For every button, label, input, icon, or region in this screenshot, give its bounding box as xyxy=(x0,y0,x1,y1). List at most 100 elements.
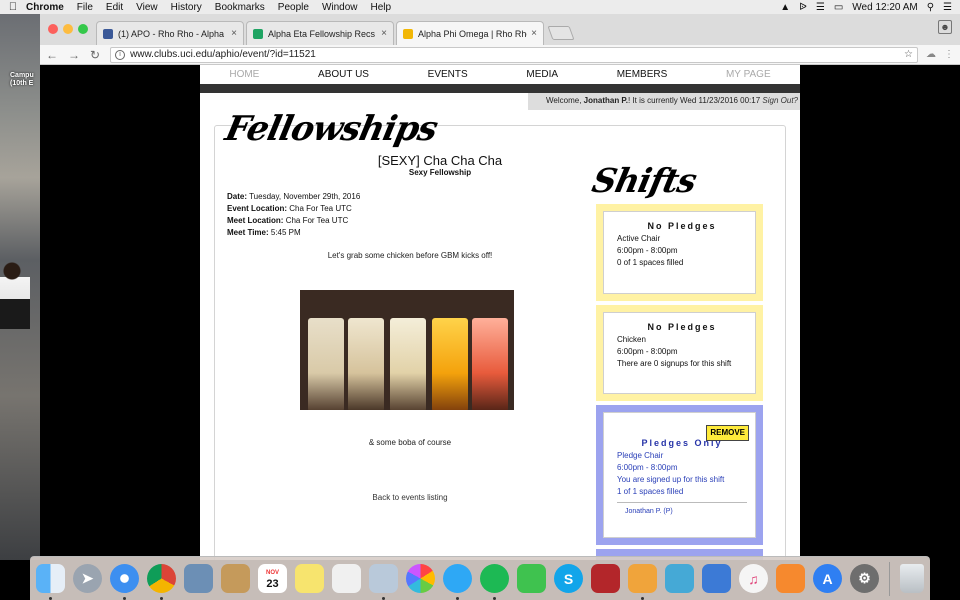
facetime-icon[interactable] xyxy=(517,564,546,593)
menu-bookmarks[interactable]: Bookmarks xyxy=(215,2,265,13)
tab-strip: (1) APO - Rho Rho - Alpha Eta × Alpha Et… xyxy=(40,14,960,45)
minimize-window-button[interactable] xyxy=(63,24,73,34)
chrome-icon[interactable] xyxy=(147,564,176,600)
back-to-events-link[interactable]: Back to events listing xyxy=(310,493,510,502)
nav-my-page[interactable]: MY PAGE xyxy=(726,69,771,80)
macos-dock: ➤ NOV 23 S ♫ A ⚙ xyxy=(30,556,930,600)
wifi-icon[interactable]: ☰ xyxy=(816,2,825,13)
meet-time-label: Meet Time: xyxy=(227,228,269,237)
itunes-icon[interactable]: ♫ xyxy=(739,564,768,593)
boba-cup-image xyxy=(432,318,468,410)
shift-card: No Pledges Active Chair 6:00pm - 8:00pm … xyxy=(596,204,763,301)
nav-home[interactable]: HOME xyxy=(229,69,259,80)
signed-up-member[interactable]: Jonathan P. (P) xyxy=(617,502,747,518)
close-window-button[interactable] xyxy=(48,24,58,34)
shift-time: 6:00pm - 8:00pm xyxy=(617,463,678,472)
nav-divider-bar xyxy=(200,84,800,93)
menu-view[interactable]: View xyxy=(136,2,158,13)
chrome-window: (1) APO - Rho Rho - Alpha Eta × Alpha Et… xyxy=(40,14,960,560)
menubar-clock[interactable]: Wed 12:20 AM xyxy=(852,2,917,13)
pages-icon[interactable] xyxy=(628,564,657,600)
shift-name: No Pledges xyxy=(647,322,717,332)
battery-icon[interactable]: ▭ xyxy=(834,2,843,13)
ibooks-icon[interactable] xyxy=(776,564,805,593)
nav-events[interactable]: EVENTS xyxy=(428,69,468,80)
menu-app-name[interactable]: Chrome xyxy=(26,2,64,13)
menu-history[interactable]: History xyxy=(171,2,202,13)
photo-booth-icon[interactable] xyxy=(591,564,620,593)
event-location: Cha For Tea UTC xyxy=(289,204,352,213)
menu-file[interactable]: File xyxy=(77,2,93,13)
web-page: HOME ABOUT US EVENTS MEDIA MEMBERS MY PA… xyxy=(200,65,800,560)
apo-favicon-icon xyxy=(403,28,413,39)
new-tab-button[interactable] xyxy=(547,26,575,40)
reload-icon[interactable]: ↻ xyxy=(90,48,100,62)
date-label: Date: xyxy=(227,192,248,201)
cloud-upload-icon[interactable]: ▲ xyxy=(780,2,790,13)
tab-facebook[interactable]: (1) APO - Rho Rho - Alpha Eta × xyxy=(96,21,244,45)
system-preferences-icon[interactable]: ⚙ xyxy=(850,564,879,593)
reminders-icon[interactable] xyxy=(332,564,361,593)
chrome-menu-icon[interactable]: ⋮ xyxy=(944,49,954,60)
address-bar[interactable]: i www.clubs.uci.edu/aphio/event/?id=1152… xyxy=(110,46,918,63)
notes-icon[interactable] xyxy=(295,564,324,593)
window-controls xyxy=(48,24,88,34)
welcome-prefix: Welcome, xyxy=(546,96,584,105)
extension-icon[interactable]: ☁ xyxy=(926,49,936,60)
messages-icon[interactable] xyxy=(443,564,472,600)
event-location-row: Event Location: Cha For Tea UTC xyxy=(227,203,360,215)
boba-cup-image xyxy=(472,318,508,410)
remove-signup-button[interactable]: REMOVE xyxy=(706,425,749,441)
shift-status: 0 of 1 spaces filled xyxy=(617,258,684,267)
shift-card: REMOVE Pledges Only Pledge Chair 6:00pm … xyxy=(596,405,763,545)
notification-center-icon[interactable]: ☰ xyxy=(943,2,952,13)
contacts-icon[interactable] xyxy=(221,564,250,593)
spotlight-search-icon[interactable]: ⚲ xyxy=(927,2,934,13)
photos-icon[interactable] xyxy=(406,564,435,593)
desktop-file-label[interactable]: Campu (10th E xyxy=(10,72,34,88)
zoom-window-button[interactable] xyxy=(78,24,88,34)
address-bar-url[interactable]: www.clubs.uci.edu/aphio/event/?id=11521 xyxy=(130,49,904,60)
menu-help[interactable]: Help xyxy=(371,2,392,13)
nav-members[interactable]: MEMBERS xyxy=(617,69,668,80)
preview-icon[interactable] xyxy=(184,564,213,593)
tab-google-sheets[interactable]: Alpha Eta Fellowship Recs - Go × xyxy=(246,21,394,45)
trash-icon[interactable] xyxy=(900,564,924,593)
event-details: Date: Tuesday, November 29th, 2016 Event… xyxy=(227,191,360,239)
shift-card: No Pledges Chicken 6:00pm - 8:00pm There… xyxy=(596,305,763,401)
forward-arrow-icon[interactable]: → xyxy=(68,48,80,62)
nav-about-us[interactable]: ABOUT US xyxy=(318,69,369,80)
bluetooth-icon[interactable]: ᐉ xyxy=(799,2,807,13)
launchpad-icon[interactable]: ➤ xyxy=(73,564,102,593)
spotify-icon[interactable] xyxy=(480,564,509,600)
calendar-icon[interactable]: NOV 23 xyxy=(258,564,287,593)
tab-apo-event[interactable]: Alpha Phi Omega | Rho Rho Ch × xyxy=(396,21,544,45)
skype-icon[interactable]: S xyxy=(554,564,583,593)
sign-out-link[interactable]: Sign Out? xyxy=(762,96,798,105)
boba-photo xyxy=(300,290,514,410)
event-date-row: Date: Tuesday, November 29th, 2016 xyxy=(227,191,360,203)
site-info-icon[interactable]: i xyxy=(115,49,126,60)
tab-close-icon[interactable]: × xyxy=(381,28,387,39)
bookmark-star-icon[interactable]: ☆ xyxy=(904,49,913,60)
profile-icon[interactable]: ☻ xyxy=(938,20,952,34)
apple-icon[interactable]:  xyxy=(0,1,26,13)
tab-close-icon[interactable]: × xyxy=(231,28,237,39)
desktop-wallpaper: Campu (10th E xyxy=(0,14,40,560)
mail-icon[interactable] xyxy=(369,564,398,600)
menu-edit[interactable]: Edit xyxy=(106,2,123,13)
safari-icon[interactable] xyxy=(110,564,139,600)
menu-people[interactable]: People xyxy=(278,2,309,13)
app-store-icon[interactable]: A xyxy=(813,564,842,593)
tab-close-icon[interactable]: × xyxy=(531,28,537,39)
shift-time: 6:00pm - 8:00pm xyxy=(617,347,678,356)
meet-location-row: Meet Location: Cha For Tea UTC xyxy=(227,215,360,227)
nav-media[interactable]: MEDIA xyxy=(526,69,558,80)
numbers-icon[interactable] xyxy=(665,564,694,593)
menu-window[interactable]: Window xyxy=(322,2,358,13)
shift-status: There are 0 signups for this shift xyxy=(617,359,732,368)
back-arrow-icon[interactable]: ← xyxy=(46,48,58,62)
event-title: [SEXY] Cha Cha Cha xyxy=(377,153,503,168)
finder-icon[interactable] xyxy=(36,564,65,600)
keynote-icon[interactable] xyxy=(702,564,731,593)
